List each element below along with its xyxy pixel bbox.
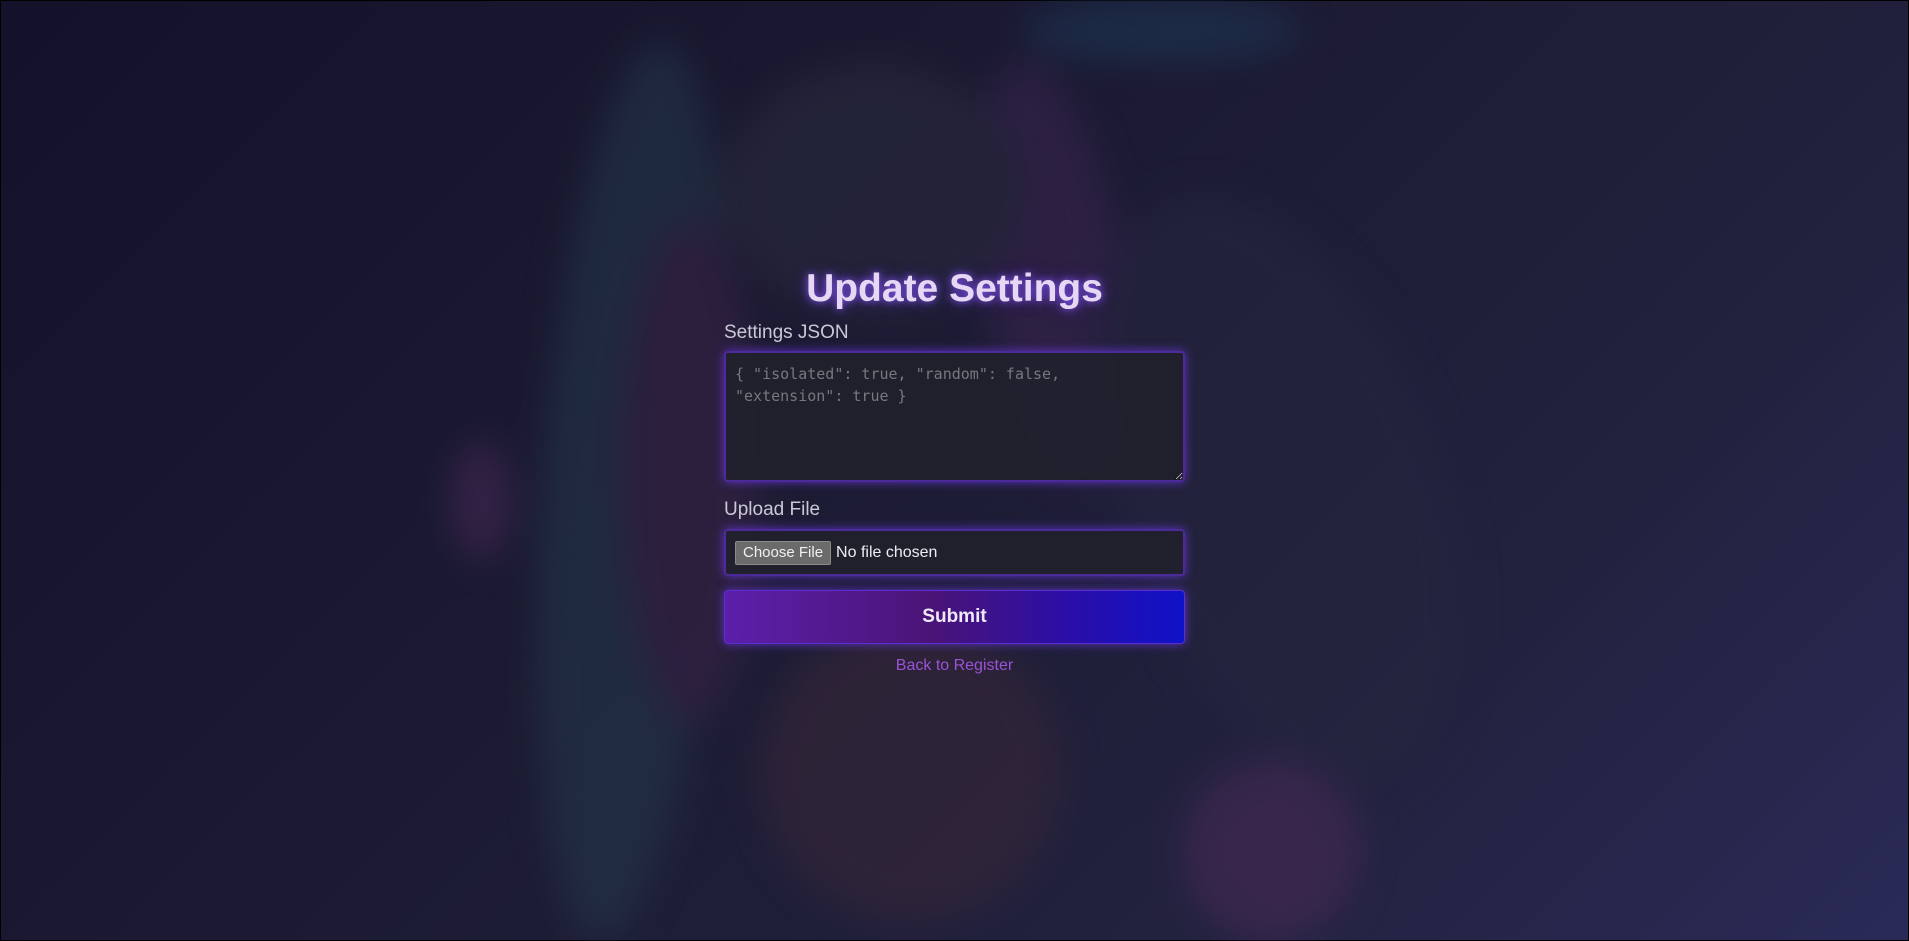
upload-file-label: Upload File xyxy=(724,499,821,520)
page-title: Update Settings xyxy=(806,267,1103,310)
choose-file-button[interactable]: Choose File xyxy=(735,540,832,565)
submit-button[interactable]: Submit xyxy=(724,590,1185,644)
settings-form-container: Update Settings Settings JSON Upload Fil… xyxy=(724,263,1185,675)
file-status-text: No file chosen xyxy=(836,543,938,561)
settings-json-label: Settings JSON xyxy=(724,322,849,343)
settings-json-textarea[interactable] xyxy=(724,351,1185,482)
file-upload-input[interactable]: Choose File No file chosen xyxy=(724,529,1185,576)
back-to-register-link[interactable]: Back to Register xyxy=(724,657,1185,675)
